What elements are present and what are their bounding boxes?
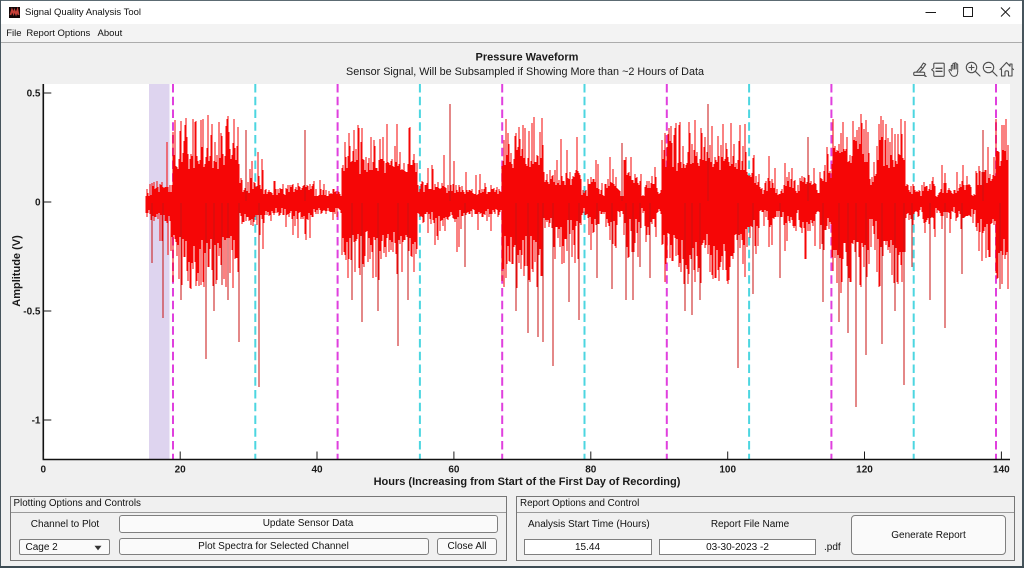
svg-text:140: 140 [993, 465, 1010, 476]
svg-text:Hours (Increasing from Start o: Hours (Increasing from Start of the Firs… [374, 476, 681, 488]
svg-text:Sensor Signal, Will be Subsamp: Sensor Signal, Will be Subsampled if Sho… [346, 66, 704, 78]
svg-text:-1: -1 [32, 416, 41, 427]
svg-text:0: 0 [41, 465, 47, 476]
svg-text:100: 100 [719, 465, 736, 476]
svg-text:20: 20 [175, 465, 187, 476]
svg-text:Pressure Waveform: Pressure Waveform [476, 52, 579, 64]
svg-text:Amplitude (V): Amplitude (V) [11, 235, 23, 307]
svg-text:0: 0 [35, 198, 41, 209]
svg-text:120: 120 [856, 465, 873, 476]
svg-text:80: 80 [585, 465, 597, 476]
svg-text:-0.5: -0.5 [23, 307, 41, 318]
svg-text:60: 60 [448, 465, 460, 476]
svg-text:40: 40 [311, 465, 323, 476]
svg-text:0.5: 0.5 [27, 89, 41, 100]
